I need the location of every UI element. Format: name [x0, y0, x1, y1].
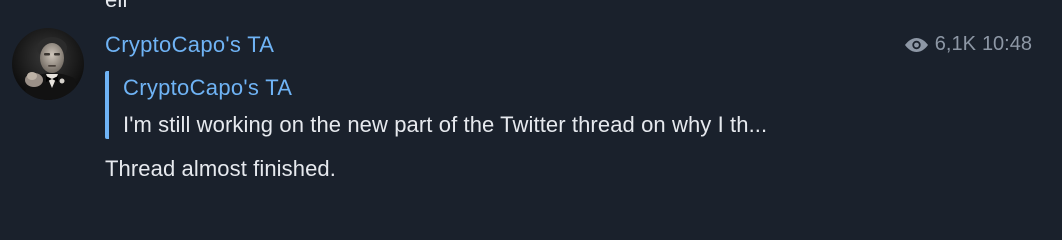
reply-quote[interactable]: CryptoCapo's TA I'm still working on the… — [105, 71, 985, 139]
reply-text: I'm still working on the new part of the… — [123, 112, 768, 137]
avatar[interactable] — [12, 28, 84, 100]
channel-name[interactable]: CryptoCapo's TA — [105, 32, 274, 58]
message-meta: 6,1K 10:48 — [904, 33, 1032, 56]
view-count: 6,1K — [934, 33, 976, 55]
eye-icon — [904, 36, 929, 54]
avatar-image — [12, 28, 84, 100]
chat-view: ell — [0, 0, 1062, 240]
message-text: Thread almost finished. — [105, 156, 336, 181]
reply-author: CryptoCapo's TA — [123, 75, 293, 100]
previous-message-fragment: ell — [105, 0, 128, 13]
message-time: 10:48 — [981, 33, 1032, 55]
